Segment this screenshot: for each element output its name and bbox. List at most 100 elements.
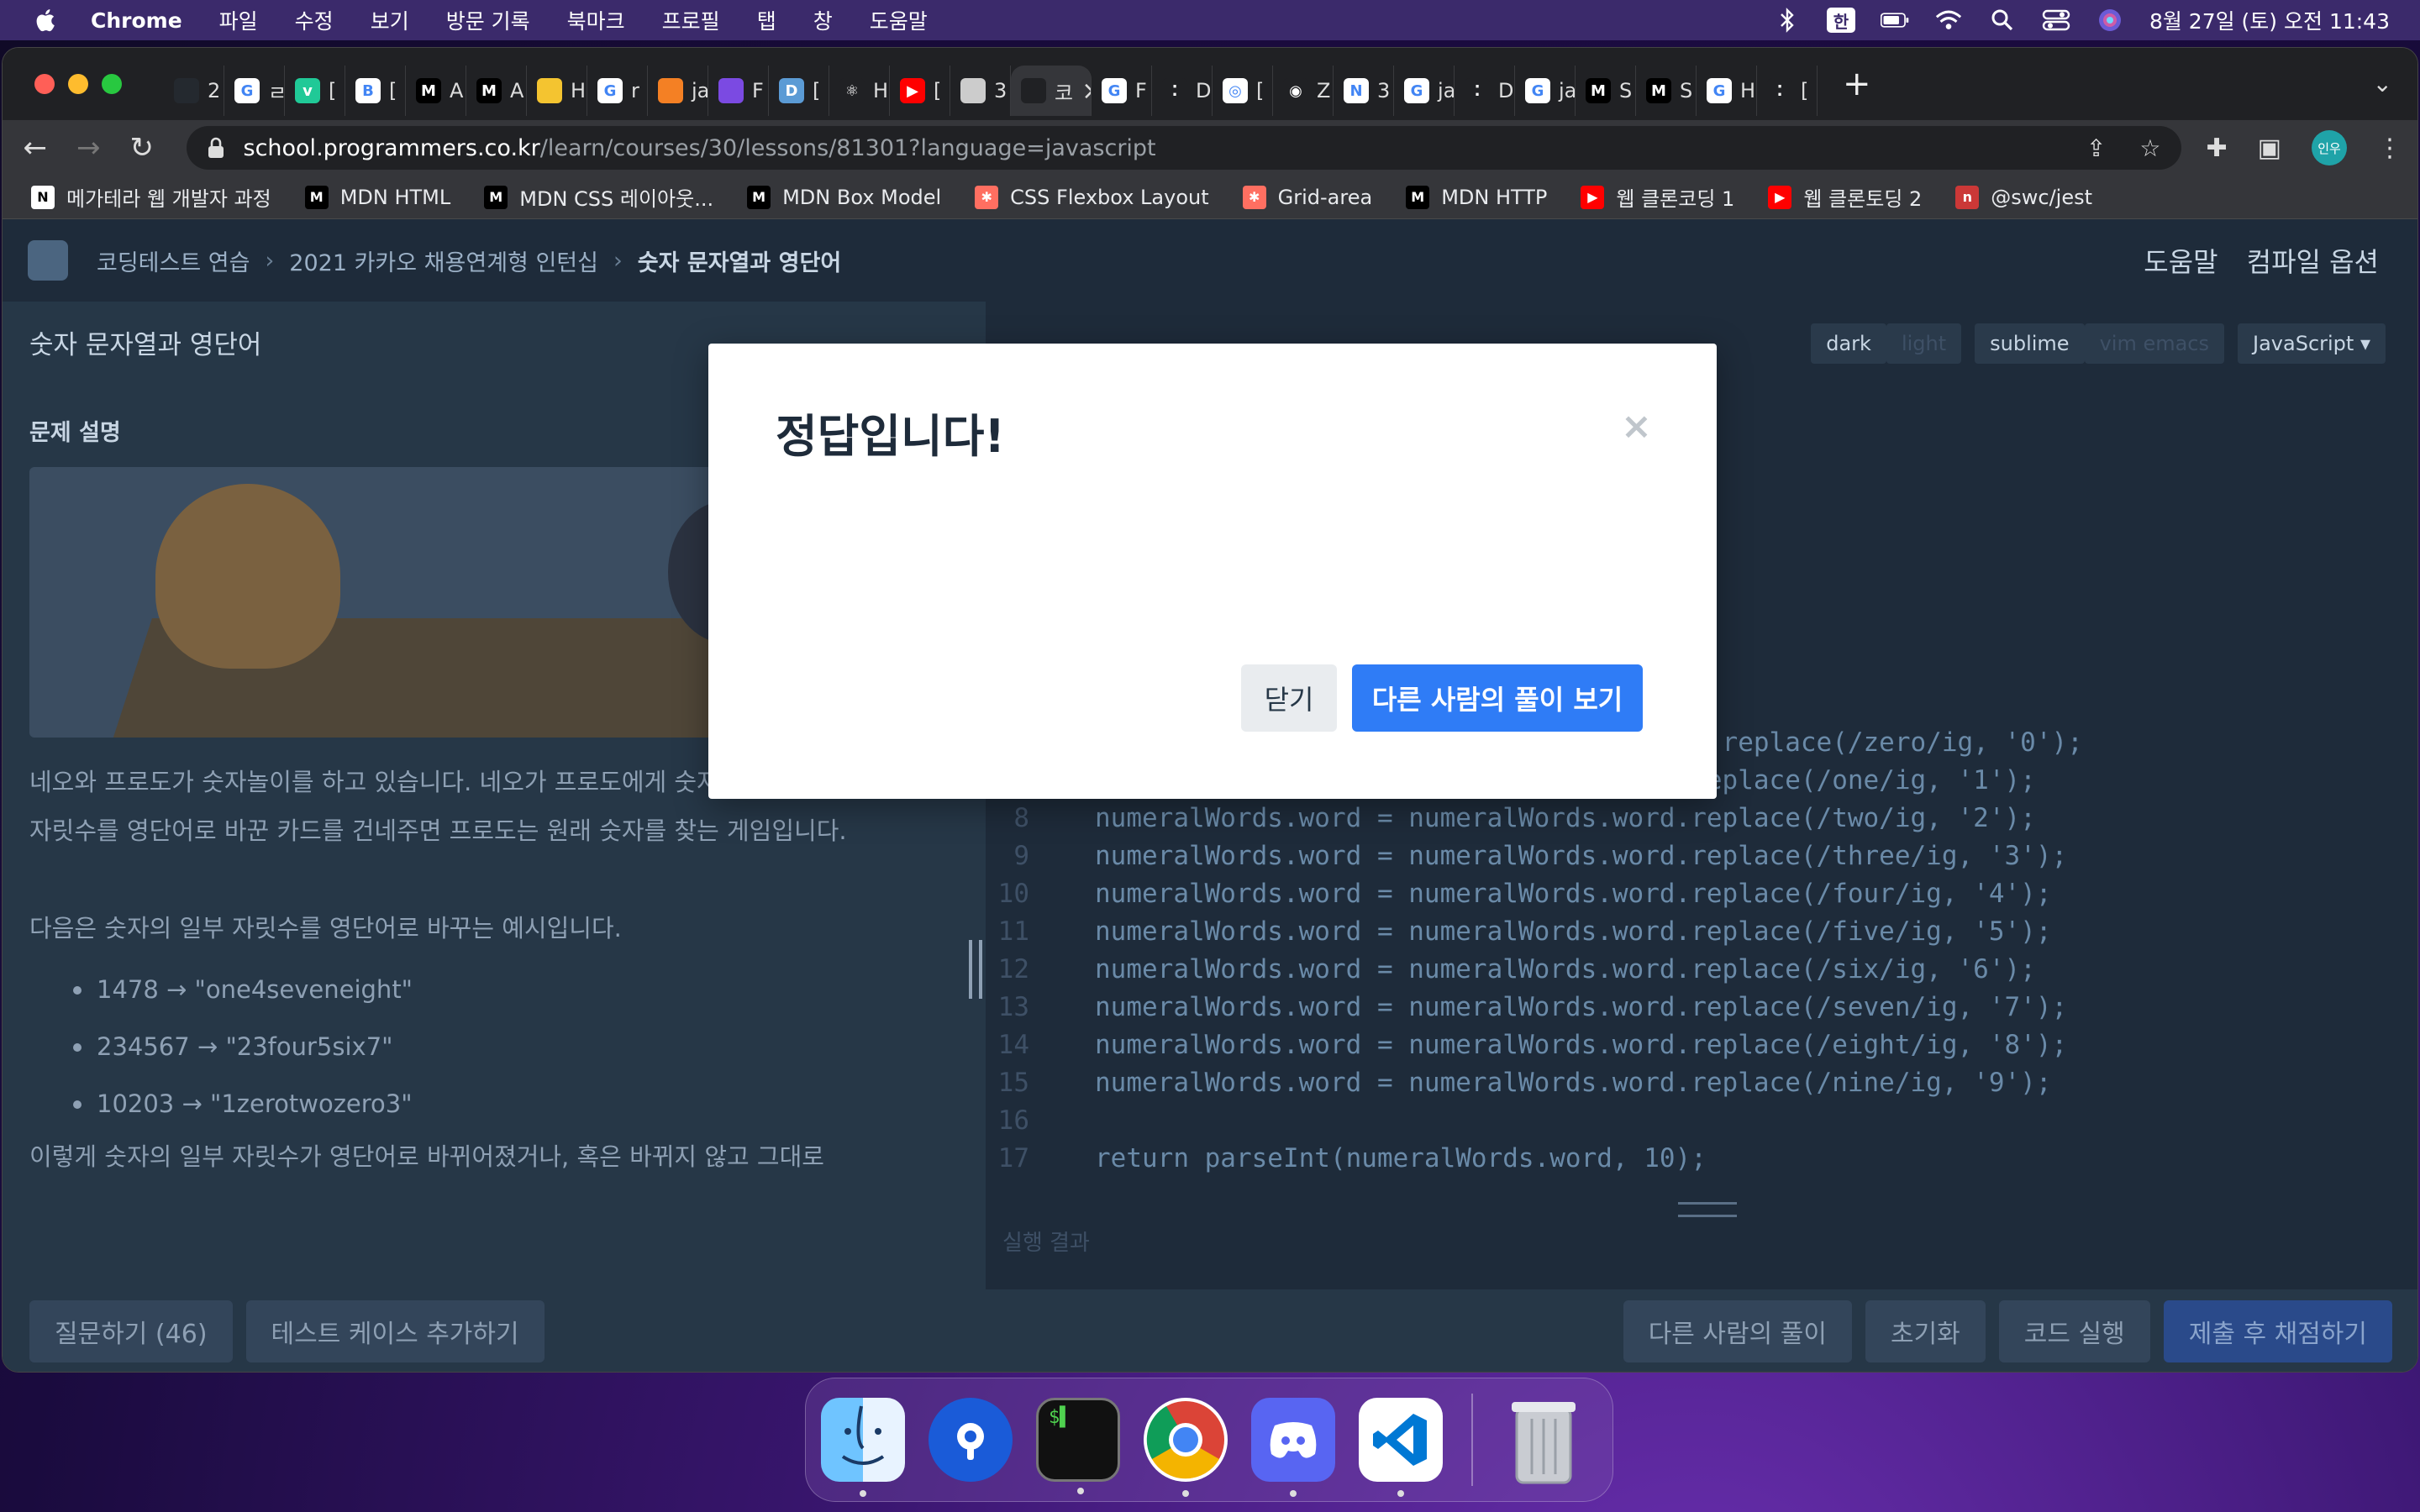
browser-tab[interactable]: D[ — [769, 66, 829, 116]
address-bar[interactable]: school.programmers.co.kr/learn/courses/3… — [186, 126, 2181, 170]
breadcrumb-item-coding-test[interactable]: 코딩테스트 연습 — [97, 244, 250, 277]
back-arrow-icon[interactable]: ← — [18, 129, 53, 166]
compile-options-link[interactable]: 컴파일 옵션 — [2247, 241, 2379, 280]
run-code-button[interactable]: 코드 실행 — [1998, 1300, 2150, 1362]
profile-avatar[interactable]: 인우 — [2312, 130, 2347, 165]
browser-tab[interactable]: ⁚[ — [1757, 66, 1818, 116]
browser-tab[interactable]: ⁚ D — [1152, 66, 1213, 116]
menu-history[interactable]: 방문 기록 — [446, 5, 530, 35]
browser-tab[interactable]: Gja — [1515, 66, 1576, 116]
reset-button[interactable]: 초기화 — [1865, 1300, 1986, 1362]
bookmark-item[interactable]: M MDN CSS 레이아웃... — [484, 182, 713, 212]
submit-button[interactable]: 제출 후 채점하기 — [2163, 1300, 2392, 1362]
browser-tab[interactable]: ◉ Z — [1273, 66, 1334, 116]
help-link[interactable]: 도움말 — [2144, 241, 2217, 280]
ask-question-button[interactable]: 질문하기 (46) — [29, 1300, 233, 1362]
others-solutions-button[interactable]: 다른 사람의 풀이 — [1623, 1300, 1852, 1362]
share-icon[interactable]: ⇪ — [2086, 134, 2106, 162]
side-panel-icon[interactable]: ▣ — [2258, 134, 2281, 163]
browser-tab[interactable]: ⚛ H — [829, 66, 890, 116]
finder-icon[interactable] — [821, 1398, 905, 1497]
bookmark-item[interactable]: ▶ 웹 클론토딩 2 — [1768, 182, 1922, 212]
terminal-icon[interactable]: $▌ — [1036, 1398, 1120, 1494]
browser-tab[interactable]: ⁚ D — [1455, 66, 1515, 116]
menu-window[interactable]: 창 — [813, 5, 833, 35]
siri-icon[interactable] — [2096, 8, 2124, 33]
menu-help[interactable]: 도움말 — [870, 5, 928, 35]
close-icon[interactable]: × — [1621, 408, 1652, 445]
browser-tab[interactable]: GF — [1092, 66, 1152, 116]
pock-icon[interactable] — [929, 1398, 1013, 1482]
divider-grip-icon[interactable] — [969, 940, 982, 999]
input-method-indicator[interactable]: 한 — [1826, 8, 1855, 33]
modal-close-button[interactable]: 닫기 — [1241, 664, 1337, 732]
new-tab-plus-icon[interactable]: + — [1843, 65, 1871, 103]
browser-tab[interactable]: MS — [1636, 66, 1697, 116]
browser-tab[interactable]: MA — [466, 66, 527, 116]
bookmark-item[interactable]: ▶ 웹 클론코딩 1 — [1581, 182, 1734, 212]
wifi-icon[interactable] — [1934, 8, 1963, 33]
apple-icon[interactable] — [32, 6, 60, 34]
browser-tab[interactable]: v[ — [285, 66, 345, 116]
browser-tab[interactable]: N3 — [1334, 66, 1394, 116]
bookmark-item[interactable]: ✱ Grid-area — [1242, 185, 1372, 209]
browser-tab[interactable]: Gja — [1394, 66, 1455, 116]
discord-icon[interactable] — [1251, 1398, 1335, 1497]
editor-resize-handle-icon[interactable] — [1678, 1202, 1737, 1217]
browser-tab[interactable]: 3 — [950, 66, 1011, 116]
menu-file[interactable]: 파일 — [219, 5, 258, 35]
bookmark-item[interactable]: N 메가테라 웹 개발자 과정 — [31, 182, 271, 212]
bookmark-star-icon[interactable]: ☆ — [2139, 134, 2160, 162]
forward-arrow-icon[interactable]: → — [71, 129, 107, 166]
zoom-window-button[interactable] — [102, 74, 122, 94]
menubar-clock[interactable]: 8월 27일 (토) 오전 11:43 — [2149, 5, 2390, 35]
spotlight-search-icon[interactable] — [1988, 8, 2017, 33]
browser-tab[interactable]: F — [708, 66, 769, 116]
minimize-window-button[interactable] — [68, 74, 88, 94]
bookmark-item[interactable]: ✱ CSS Flexbox Layout — [975, 185, 1209, 209]
programmers-logo-icon[interactable] — [28, 240, 68, 281]
bookmark-item[interactable]: M MDN Box Model — [747, 185, 941, 209]
breadcrumb-item-kakao[interactable]: 2021 카카오 채용연계형 인턴십 — [289, 244, 598, 277]
browser-tab[interactable]: MS — [1576, 66, 1636, 116]
browser-tab[interactable]: 2 — [164, 66, 224, 116]
kebab-menu-icon[interactable]: ⋮ — [2377, 134, 2402, 163]
chrome-icon[interactable] — [1144, 1398, 1228, 1497]
view-others-solutions-button[interactable]: 다른 사람의 풀이 보기 — [1352, 664, 1643, 732]
browser-tab[interactable]: ▶[ — [890, 66, 950, 116]
menu-app-chrome[interactable]: Chrome — [91, 8, 182, 33]
menu-view[interactable]: 보기 — [371, 5, 409, 35]
browser-tab[interactable]: Gㄹ — [224, 66, 285, 116]
browser-tab[interactable]: Gr — [587, 66, 648, 116]
bookmark-item[interactable]: n @swc/jest — [1955, 185, 2092, 209]
menu-edit[interactable]: 수정 — [295, 5, 334, 35]
keymap-sublime-toggle[interactable]: sublime — [1975, 323, 2085, 364]
add-test-case-button[interactable]: 테스트 케이스 추가하기 — [245, 1300, 544, 1362]
close-tab-icon[interactable]: × — [1081, 76, 1091, 106]
browser-tab[interactable]: B[ — [345, 66, 406, 116]
theme-dark-toggle[interactable]: dark — [1811, 323, 1886, 364]
browser-tab[interactable]: MA — [406, 66, 466, 116]
browser-tab[interactable]: GH — [1697, 66, 1757, 116]
menu-tab[interactable]: 탭 — [757, 5, 776, 35]
browser-tab[interactable]: ja — [648, 66, 708, 116]
menu-profiles[interactable]: 프로필 — [662, 5, 720, 35]
bookmark-item[interactable]: M MDN HTML — [304, 185, 450, 209]
browser-tab[interactable]: H — [527, 66, 587, 116]
vscode-icon[interactable] — [1359, 1398, 1443, 1497]
control-center-icon[interactable] — [2042, 8, 2070, 33]
extensions-puzzle-icon[interactable]: ✚ — [2207, 134, 2228, 163]
browser-tab[interactable]: ◎[ — [1213, 66, 1273, 116]
lock-icon[interactable] — [207, 137, 225, 159]
tab-search-chevron-icon[interactable]: ⌄ — [2373, 70, 2392, 97]
menu-bookmarks[interactable]: 북마크 — [567, 5, 625, 35]
close-window-button[interactable] — [34, 74, 55, 94]
reload-icon[interactable]: ↻ — [124, 129, 160, 166]
bookmark-item[interactable]: M MDN HTTP — [1406, 185, 1547, 209]
bluetooth-icon[interactable] — [1773, 8, 1802, 33]
trash-icon[interactable] — [1502, 1398, 1586, 1484]
language-select[interactable]: JavaScript ▾ — [2238, 323, 2386, 364]
battery-icon[interactable] — [1880, 8, 1909, 33]
theme-light-toggle[interactable]: light — [1886, 323, 1962, 364]
keymap-alt-toggle[interactable]: vim emacs — [2084, 323, 2225, 364]
